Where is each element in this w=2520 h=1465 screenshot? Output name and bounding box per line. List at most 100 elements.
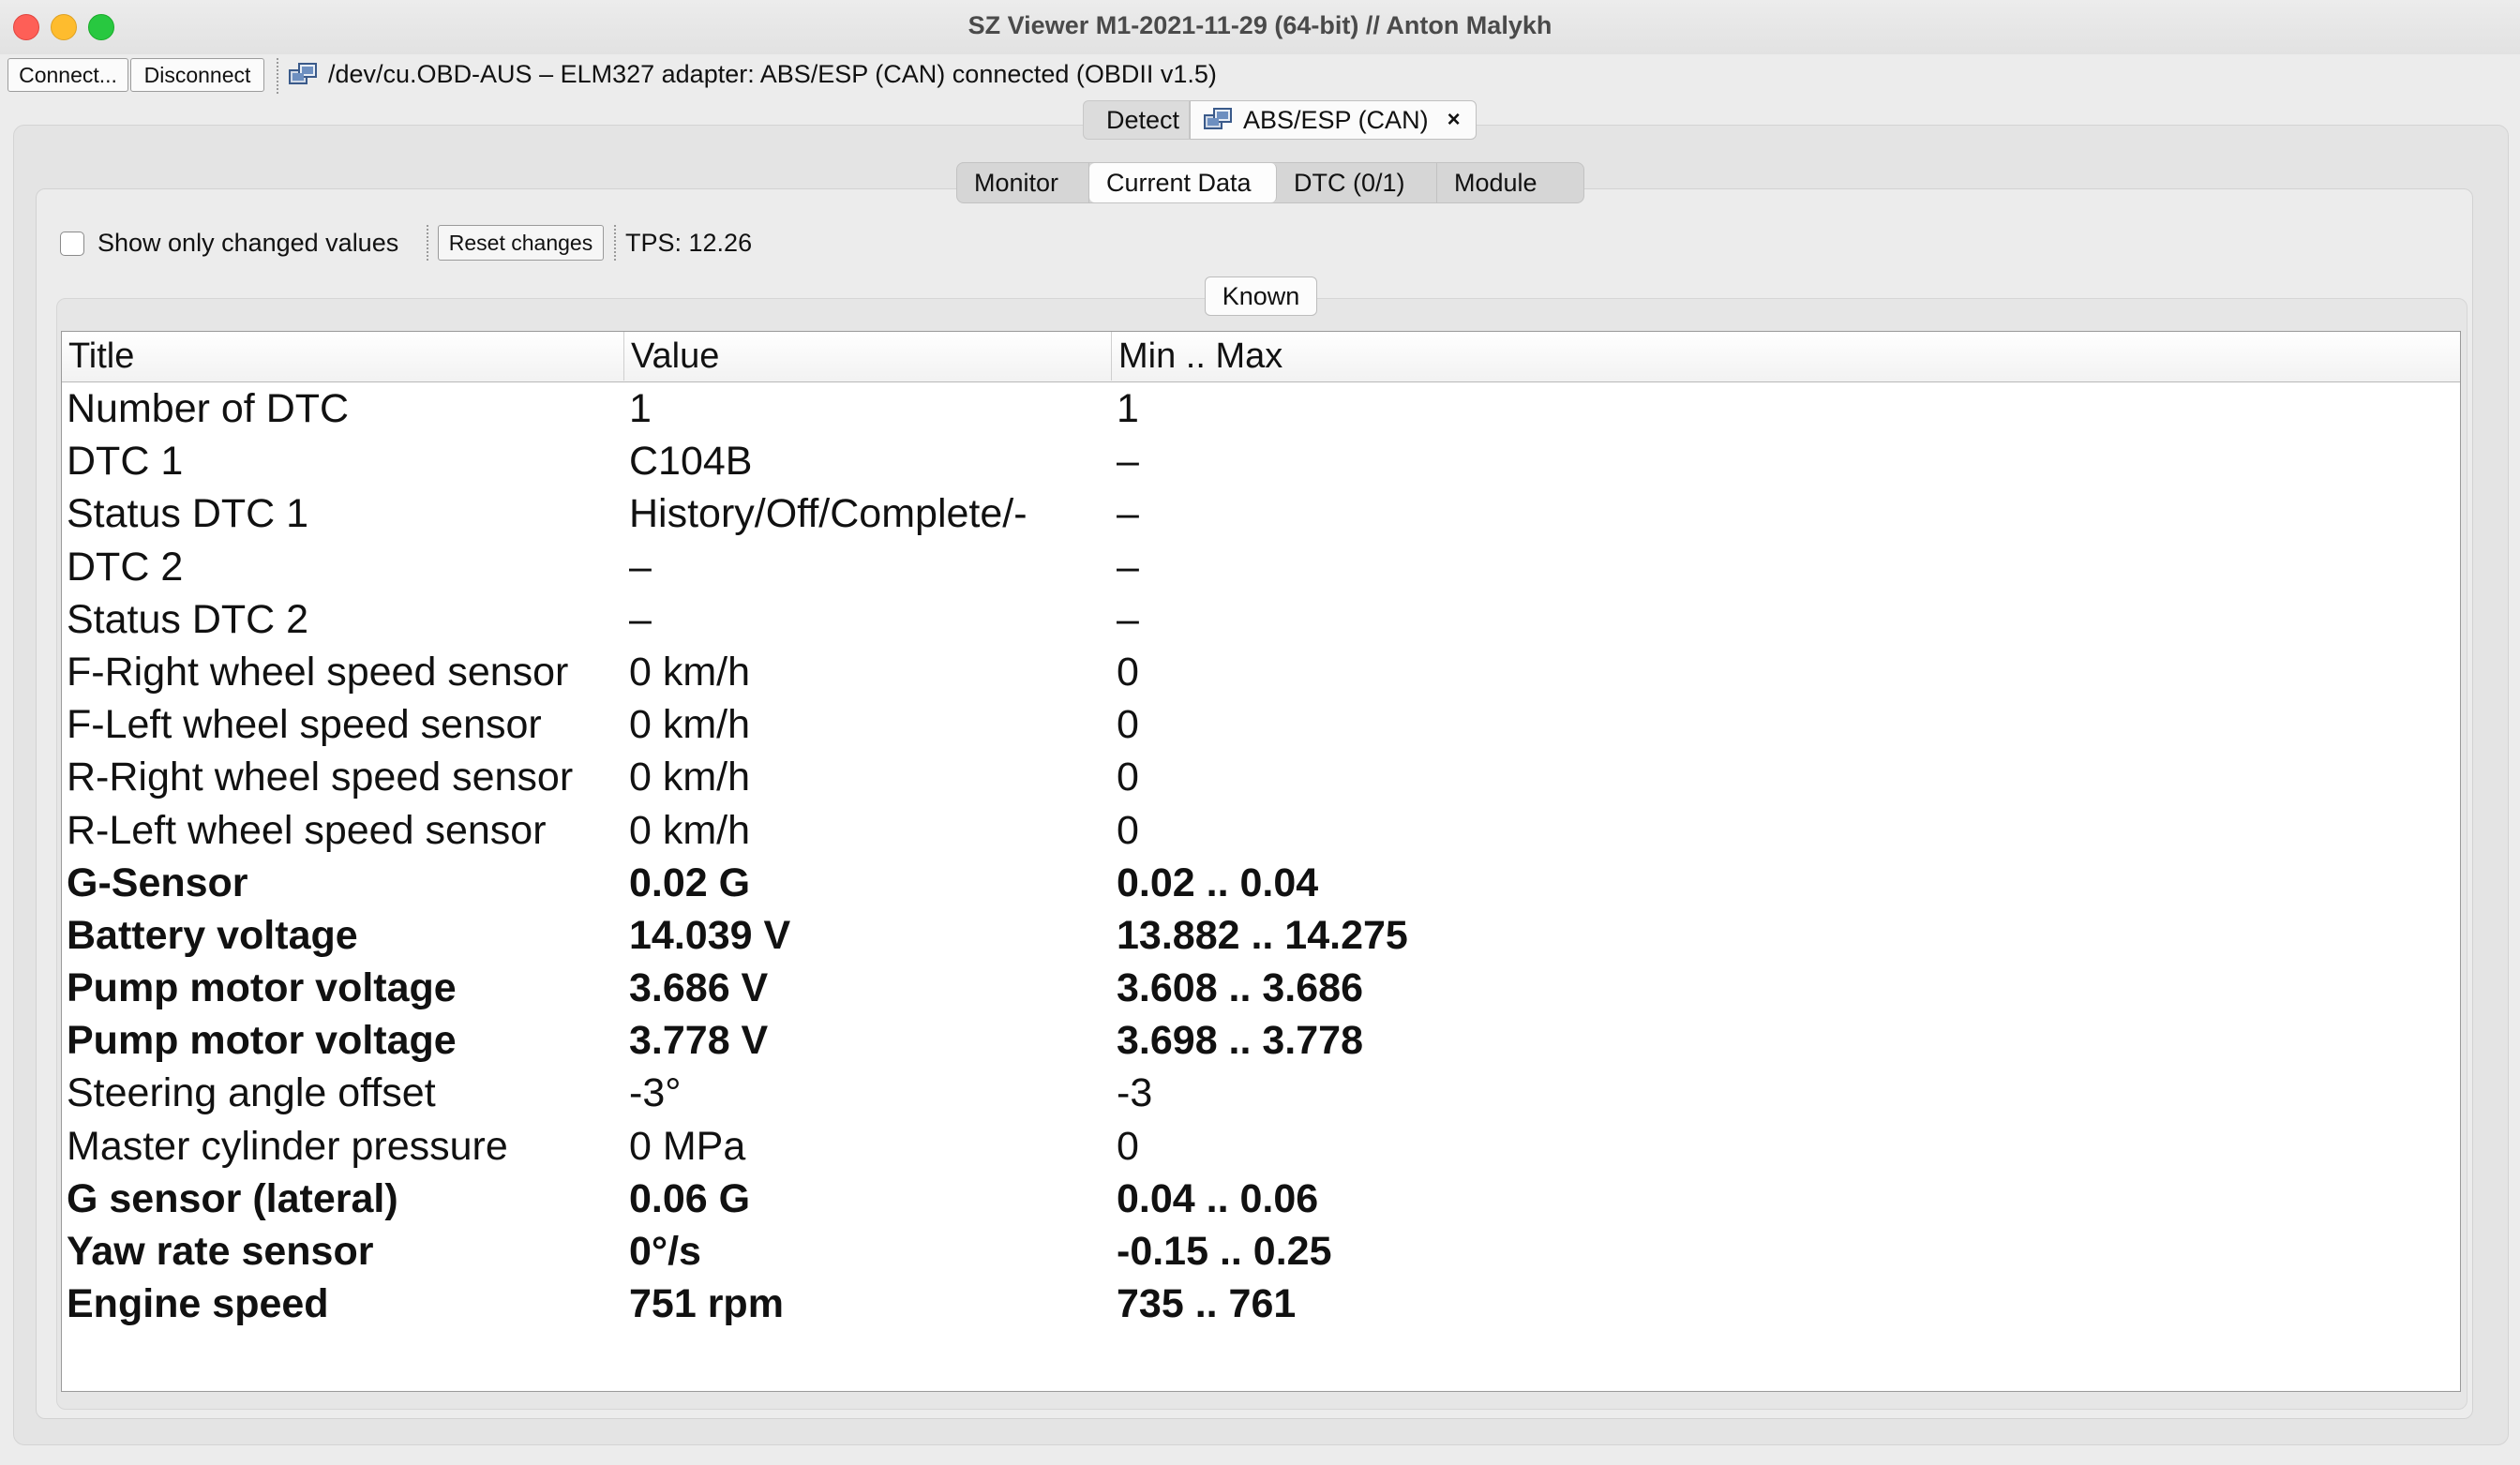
show-changed-label: Show only changed values (98, 229, 399, 257)
tab-dtc[interactable]: DTC (0/1) (1277, 163, 1437, 202)
row-title: Number of DTC (67, 386, 350, 431)
row-value: 0.02 G (629, 860, 751, 905)
table-row[interactable]: Number of DTC 1 1 (62, 382, 2460, 435)
row-title: Status DTC 2 (67, 596, 309, 642)
row-title: Engine speed (67, 1281, 329, 1327)
separator (614, 225, 616, 261)
adapter-icon (289, 63, 317, 84)
connect-button[interactable]: Connect... (8, 58, 128, 92)
row-range: 735 .. 761 (1117, 1281, 1297, 1327)
tab-monitor[interactable]: Monitor (957, 163, 1089, 202)
row-range: – (1117, 596, 1139, 642)
row-value: 0 km/h (629, 755, 751, 800)
row-value: 1 (629, 386, 652, 431)
row-title: DTC 2 (67, 544, 184, 590)
table-row[interactable]: Pump motor voltage 3.778 V 3.698 .. 3.778 (62, 1014, 2460, 1067)
row-range: 0 (1117, 755, 1139, 800)
table-row[interactable]: R-Left wheel speed sensor 0 km/h 0 (62, 804, 2460, 857)
row-value: -3° (629, 1070, 682, 1116)
row-title: Status DTC 1 (67, 491, 309, 537)
row-range: 0 (1117, 649, 1139, 695)
row-range: 3.608 .. 3.686 (1117, 965, 1363, 1011)
table-row[interactable]: G-Sensor 0.02 G 0.02 .. 0.04 (62, 857, 2460, 909)
module-icon (1204, 108, 1232, 129)
table-row[interactable]: Master cylinder pressure 0 MPa 0 (62, 1120, 2460, 1173)
row-range: – (1117, 544, 1139, 590)
tab-module[interactable]: Module (1437, 163, 1583, 202)
row-value: History/Off/Complete/- (629, 491, 1028, 537)
row-title: R-Right wheel speed sensor (67, 755, 574, 800)
row-value: – (629, 596, 652, 642)
table-row[interactable]: DTC 2 – – (62, 541, 2460, 593)
row-range: – (1117, 439, 1139, 485)
row-title: Pump motor voltage (67, 1018, 457, 1064)
column-header-value[interactable]: Value (624, 332, 1112, 381)
tab-detect-label: Detect (1106, 106, 1180, 134)
row-range: 0 (1117, 807, 1139, 853)
separator (427, 225, 428, 261)
row-title: DTC 1 (67, 439, 184, 485)
row-value: 751 rpm (629, 1281, 784, 1327)
table-body: Number of DTC 1 1 DTC 1 C104B – Status DTC 1 Hi… (62, 382, 2460, 1330)
row-value: 0°/s (629, 1229, 701, 1274)
row-value: 0 km/h (629, 702, 751, 748)
row-title: Pump motor voltage (67, 965, 457, 1011)
row-title: R-Left wheel speed sensor (67, 807, 547, 853)
row-title: Steering angle offset (67, 1070, 436, 1116)
table-row[interactable]: F-Left wheel speed sensor 0 km/h 0 (62, 698, 2460, 751)
title-bar: SZ Viewer M1-2021-11-29 (64-bit) // Anto… (0, 0, 2520, 55)
row-title: Battery voltage (67, 912, 358, 958)
module-tabs: Detect ABS/ESP (CAN) × (1083, 100, 1477, 142)
table-row[interactable]: G sensor (lateral) 0.06 G 0.04 .. 0.06 (62, 1173, 2460, 1225)
table-row[interactable]: DTC 1 C104B – (62, 435, 2460, 487)
tps-readout: TPS: 12.26 (625, 229, 753, 257)
row-value: 14.039 V (629, 912, 791, 958)
row-range: 3.698 .. 3.778 (1117, 1018, 1363, 1064)
table-row[interactable]: Status DTC 1 History/Off/Complete/- – (62, 487, 2460, 540)
table-row[interactable]: Engine speed 751 rpm 735 .. 761 (62, 1278, 2460, 1330)
row-value: 3.778 V (629, 1018, 769, 1064)
row-value: 0 MPa (629, 1123, 746, 1169)
close-tab-icon[interactable]: × (1448, 100, 1461, 140)
row-title: F-Left wheel speed sensor (67, 702, 542, 748)
tab-abs-esp[interactable]: ABS/ESP (CAN) × (1190, 100, 1477, 140)
data-table: Title Value Min .. Max Number of DTC 1 1 DT… (61, 331, 2461, 1392)
row-range: 0 (1117, 702, 1139, 748)
row-title: Master cylinder pressure (67, 1123, 508, 1169)
row-range: -0.15 .. 0.25 (1117, 1229, 1332, 1274)
row-value: C104B (629, 439, 753, 485)
view-tabs: Monitor Current Data DTC (0/1) Module (956, 162, 1584, 203)
row-range: 1 (1117, 386, 1139, 431)
row-value: 0.06 G (629, 1175, 751, 1221)
row-range: 0.02 .. 0.04 (1117, 860, 1319, 905)
connection-status: /dev/cu.OBD-AUS – ELM327 adapter: ABS/ES… (328, 60, 1217, 88)
tab-detect[interactable]: Detect (1083, 100, 1190, 140)
table-row[interactable]: Pump motor voltage 3.686 V 3.608 .. 3.686 (62, 962, 2460, 1014)
row-value: 0 km/h (629, 807, 751, 853)
row-title: G sensor (lateral) (67, 1175, 398, 1221)
disconnect-button[interactable]: Disconnect (130, 58, 264, 92)
row-title: Yaw rate sensor (67, 1229, 374, 1274)
tab-current-data[interactable]: Current Data (1089, 163, 1277, 202)
column-header-title[interactable]: Title (62, 332, 624, 381)
toolbar: Connect... Disconnect /dev/cu.OBD-AUS – … (0, 54, 2520, 97)
table-row[interactable]: Steering angle offset -3° -3 (62, 1067, 2460, 1119)
row-range: -3 (1117, 1070, 1153, 1116)
row-value: – (629, 544, 652, 590)
row-range: 0.04 .. 0.06 (1117, 1175, 1319, 1221)
known-tab[interactable]: Known (1205, 277, 1317, 316)
column-header-range[interactable]: Min .. Max (1112, 332, 2460, 381)
row-range: 13.882 .. 14.275 (1117, 912, 1408, 958)
table-row[interactable]: F-Right wheel speed sensor 0 km/h 0 (62, 646, 2460, 698)
window-title: SZ Viewer M1-2021-11-29 (64-bit) // Anto… (968, 11, 1552, 39)
table-row[interactable]: R-Right wheel speed sensor 0 km/h 0 (62, 751, 2460, 803)
table-header: Title Value Min .. Max (62, 332, 2460, 382)
tab-abs-esp-label: ABS/ESP (CAN) (1243, 106, 1429, 134)
table-row[interactable]: Status DTC 2 – – (62, 593, 2460, 646)
row-value: 3.686 V (629, 965, 769, 1011)
table-row[interactable]: Yaw rate sensor 0°/s -0.15 .. 0.25 (62, 1225, 2460, 1278)
row-range: 0 (1117, 1123, 1139, 1169)
table-row[interactable]: Battery voltage 14.039 V 13.882 .. 14.275 (62, 909, 2460, 962)
reset-changes-button[interactable]: Reset changes (438, 225, 604, 261)
show-changed-checkbox[interactable] (60, 232, 84, 256)
